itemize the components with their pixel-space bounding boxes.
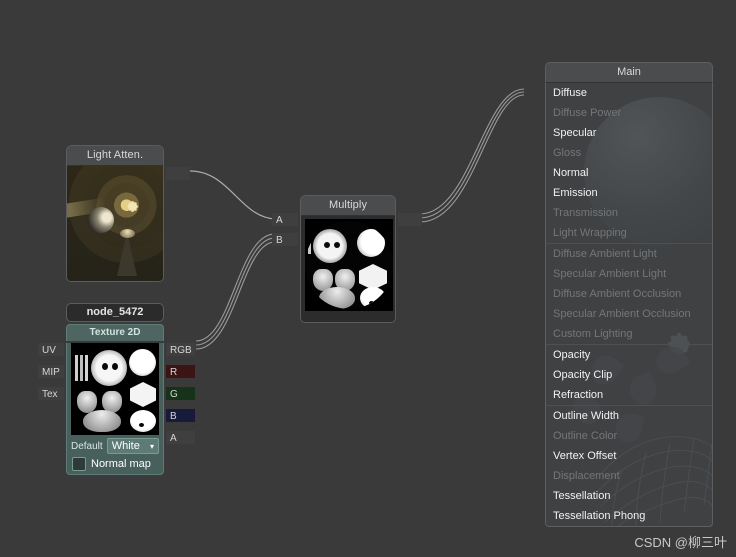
sun-icon [122, 196, 144, 218]
light-atten-preview-image [67, 166, 163, 281]
main-property-specular-ambient-light[interactable]: Specular Ambient Light [546, 264, 712, 284]
node-light-attenuation[interactable]: Light Atten. [66, 145, 190, 282]
multiply-preview-image [305, 219, 393, 311]
csdn-watermark: CSDN @柳三叶 [634, 535, 727, 550]
property-label: Diffuse [553, 87, 588, 99]
main-property-vertex-offset[interactable]: Vertex Offset [546, 446, 712, 466]
main-property-gloss[interactable]: Gloss [546, 143, 712, 163]
node-multiply[interactable]: Multiply A B [272, 195, 422, 323]
main-property-outline-width[interactable]: Outline Width [546, 405, 712, 426]
property-label: Emission [553, 187, 598, 199]
property-label: Transmission [553, 207, 618, 219]
main-property-light-wrapping[interactable]: Light Wrapping [546, 223, 712, 243]
texture2d-input-uv[interactable]: UV [38, 343, 64, 356]
texture2d-default-row: Default White ▾ [67, 438, 163, 454]
main-property-diffuse[interactable]: Diffuse [546, 83, 712, 103]
texture2d-input-mip[interactable]: MIP [38, 365, 64, 378]
texture2d-default-value: White [111, 440, 140, 452]
main-property-list: Diffuse Diffuse Power Specular Gloss Nor… [546, 83, 712, 526]
light-atten-preview [66, 166, 164, 282]
main-property-diffuse-ambient-occlusion[interactable]: Diffuse Ambient Occlusion [546, 284, 712, 304]
main-property-emission[interactable]: Emission [546, 183, 712, 203]
property-label: Gloss [553, 147, 582, 159]
main-property-outline-color[interactable]: Outline Color [546, 426, 712, 446]
texture2d-output-r[interactable]: R [166, 365, 195, 378]
property-label: Specular Ambient Occlusion [553, 308, 691, 320]
preview-sphere [88, 207, 115, 234]
property-label: Normal [553, 167, 589, 179]
property-label: Specular [553, 127, 597, 139]
node-graph-canvas[interactable]: Light Atten. Multiply A B node_5472 Text… [0, 0, 736, 557]
property-label: Vertex Offset [553, 450, 617, 462]
property-label: Displacement [553, 470, 620, 482]
main-property-tessellation[interactable]: Tessellation [546, 486, 712, 506]
normal-map-checkbox[interactable] [72, 457, 86, 471]
main-property-opacity-clip[interactable]: Opacity Clip [546, 365, 712, 385]
property-label: Tessellation Phong [553, 510, 646, 522]
property-label: Tessellation [553, 490, 611, 502]
multiply-header-wrap: Multiply [300, 195, 396, 216]
multiply-title: Multiply [301, 196, 395, 216]
node-texture2d[interactable]: node_5472 Texture 2D Default White ▾ Nor… [38, 303, 195, 475]
texture2d-normalmap-row[interactable]: Normal map [67, 454, 163, 471]
property-label: Opacity Clip [553, 369, 613, 381]
multiply-output-port[interactable] [398, 213, 422, 226]
node-main[interactable]: Main Diffuse Diffuse Power Specular Glos… [545, 62, 713, 527]
main-property-specular-ambient-occlusion[interactable]: Specular Ambient Occlusion [546, 304, 712, 324]
multiply-preview [300, 216, 396, 323]
main-property-normal[interactable]: Normal [546, 163, 712, 183]
texture2d-node-name[interactable]: node_5472 [66, 303, 164, 322]
property-label: Specular Ambient Light [553, 268, 667, 280]
preview-cone [116, 231, 137, 276]
texture2d-default-dropdown[interactable]: White ▾ [106, 438, 159, 454]
main-property-transmission[interactable]: Transmission [546, 203, 712, 223]
texture2d-output-rgb[interactable]: RGB [166, 343, 195, 356]
texture2d-preview-image [71, 343, 159, 435]
texture2d-output-g[interactable]: G [166, 387, 195, 400]
main-property-opacity[interactable]: Opacity [546, 344, 712, 365]
main-property-custom-lighting[interactable]: Custom Lighting [546, 324, 712, 344]
multiply-preview-circle [305, 221, 393, 309]
main-property-specular[interactable]: Specular [546, 123, 712, 143]
main-property-diffuse-power[interactable]: Diffuse Power [546, 103, 712, 123]
texture2d-input-tex[interactable]: Tex [38, 387, 64, 400]
property-label: Opacity [553, 349, 591, 361]
multiply-input-b[interactable]: B [272, 233, 298, 246]
property-label: Diffuse Ambient Occlusion [553, 288, 682, 300]
property-label: Custom Lighting [553, 328, 633, 340]
chevron-down-icon: ▾ [149, 441, 154, 451]
property-label: Light Wrapping [553, 227, 627, 239]
texture2d-output-b[interactable]: B [166, 409, 195, 422]
texture2d-output-a[interactable]: A [166, 431, 195, 444]
texture2d-default-label: Default [71, 440, 103, 452]
main-node-title: Main [545, 62, 713, 83]
property-label: Diffuse Ambient Light [553, 248, 657, 260]
light-atten-header-wrap: Light Atten. [66, 145, 164, 166]
property-label: Diffuse Power [553, 107, 622, 119]
main-property-tessellation-phong[interactable]: Tessellation Phong [546, 506, 712, 526]
property-label: Outline Width [553, 410, 620, 422]
texture2d-title: Texture 2D [66, 324, 164, 341]
property-label: Outline Color [553, 430, 618, 442]
main-property-diffuse-ambient-light[interactable]: Diffuse Ambient Light [546, 243, 712, 264]
main-property-refraction[interactable]: Refraction [546, 385, 712, 405]
main-node-body: Diffuse Diffuse Power Specular Gloss Nor… [545, 83, 713, 527]
normal-map-label: Normal map [91, 458, 151, 470]
texture2d-body: Default White ▾ Normal map [66, 343, 164, 475]
light-atten-title: Light Atten. [67, 146, 163, 166]
multiply-input-a[interactable]: A [272, 213, 298, 226]
light-atten-output-port[interactable] [166, 167, 190, 180]
property-label: Refraction [553, 389, 604, 401]
main-property-displacement[interactable]: Displacement [546, 466, 712, 486]
